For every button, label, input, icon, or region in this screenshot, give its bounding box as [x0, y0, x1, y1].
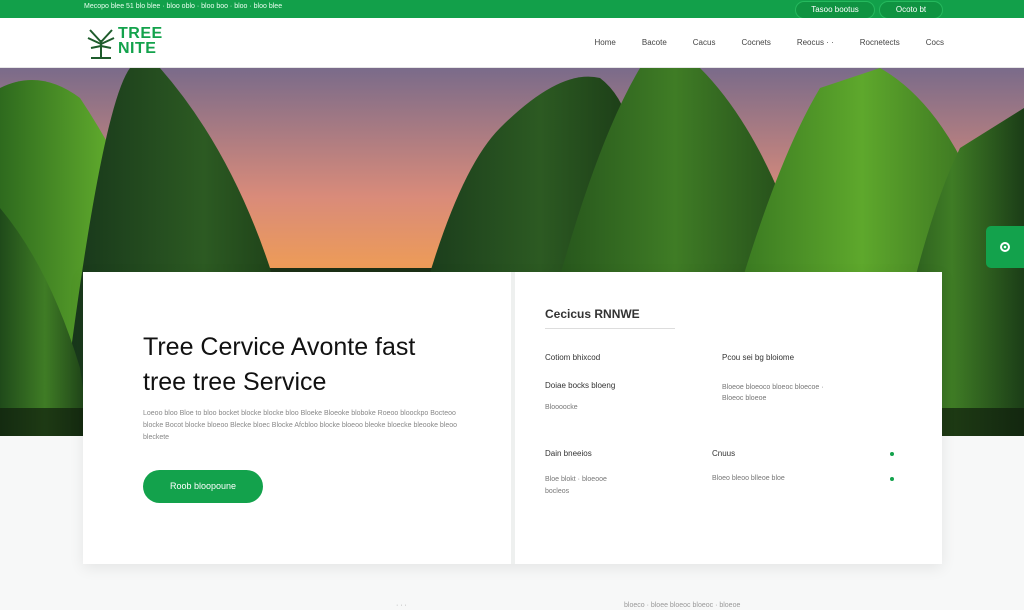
nav-contacts[interactable]: Cocnets	[741, 38, 770, 47]
main-nav: Home Bacote Cacus Cocnets Reocus · · Roc…	[595, 38, 944, 47]
hero-body-text: Loeoo bloo Bloe to bloo bocket blocke bl…	[143, 410, 458, 441]
panel-item-sub: Bloeoe bloeoco bloeoc bloecoe · Bloeoc b…	[722, 384, 824, 402]
nav-home[interactable]: Home	[595, 38, 616, 47]
topbar-quote-button[interactable]: Tasoo bootus	[795, 1, 875, 19]
gear-icon	[1000, 242, 1010, 252]
nav-services[interactable]: Cacus	[693, 38, 716, 47]
hero-cta-button[interactable]: Roob bloopoune	[143, 470, 263, 503]
footer-text-left: · · ·	[396, 602, 407, 609]
status-dot-icon	[890, 477, 894, 481]
floating-contact-tab[interactable]	[986, 226, 1024, 268]
topbar-contact: Mecopo blee 51 blo blee · bloo oblo · bl…	[84, 3, 283, 10]
panel-item-sub: Bloeo bleoo blleoe bloe	[712, 475, 785, 482]
title-underline	[545, 328, 675, 329]
card-divider	[511, 272, 515, 564]
footer-text-right: bloeco · bloee bloeoc bloeoc · bloeoe	[624, 602, 741, 609]
hero-headline: Tree Cervice Avonte fast tree tree Servi…	[143, 333, 416, 396]
hero-card: Tree Cervice Avonte fast tree tree Servi…	[83, 272, 942, 564]
nav-about[interactable]: Bacote	[642, 38, 667, 47]
panel-item-label[interactable]: Cotiom bhixcod	[545, 353, 600, 362]
panel-item-label[interactable]: Dain bneeios	[545, 449, 592, 458]
panel-item-sub: Bloooocke	[545, 404, 578, 411]
panel-item-sub: Bloe blokt · bloeooe bocleos	[545, 476, 607, 495]
site-header: TREE NITE Home Bacote Cacus Cocnets Reoc…	[0, 18, 1024, 68]
logo[interactable]: TREE NITE	[86, 26, 176, 60]
panel-item-label[interactable]: Doiae bocks bloeng	[545, 381, 615, 390]
tree-logo-icon	[87, 29, 115, 59]
hero-card-left: Tree Cervice Avonte fast tree tree Servi…	[83, 272, 511, 564]
nav-cases[interactable]: Cocs	[926, 38, 944, 47]
topbar-contact-button[interactable]: Ocoto bt	[879, 1, 943, 19]
nav-projects[interactable]: Rocnetects	[860, 38, 900, 47]
panel-item-label[interactable]: Pcou sei bg bloiome	[722, 353, 794, 362]
services-panel-title: Cecicus RNNWE	[545, 307, 640, 321]
logo-text: TREE NITE	[118, 25, 163, 57]
status-dot-icon	[890, 452, 894, 456]
nav-resources[interactable]: Reocus · ·	[797, 38, 834, 47]
panel-item-label[interactable]: Cnuus	[712, 449, 735, 458]
top-bar: Mecopo blee 51 blo blee · bloo oblo · bl…	[0, 0, 1024, 19]
